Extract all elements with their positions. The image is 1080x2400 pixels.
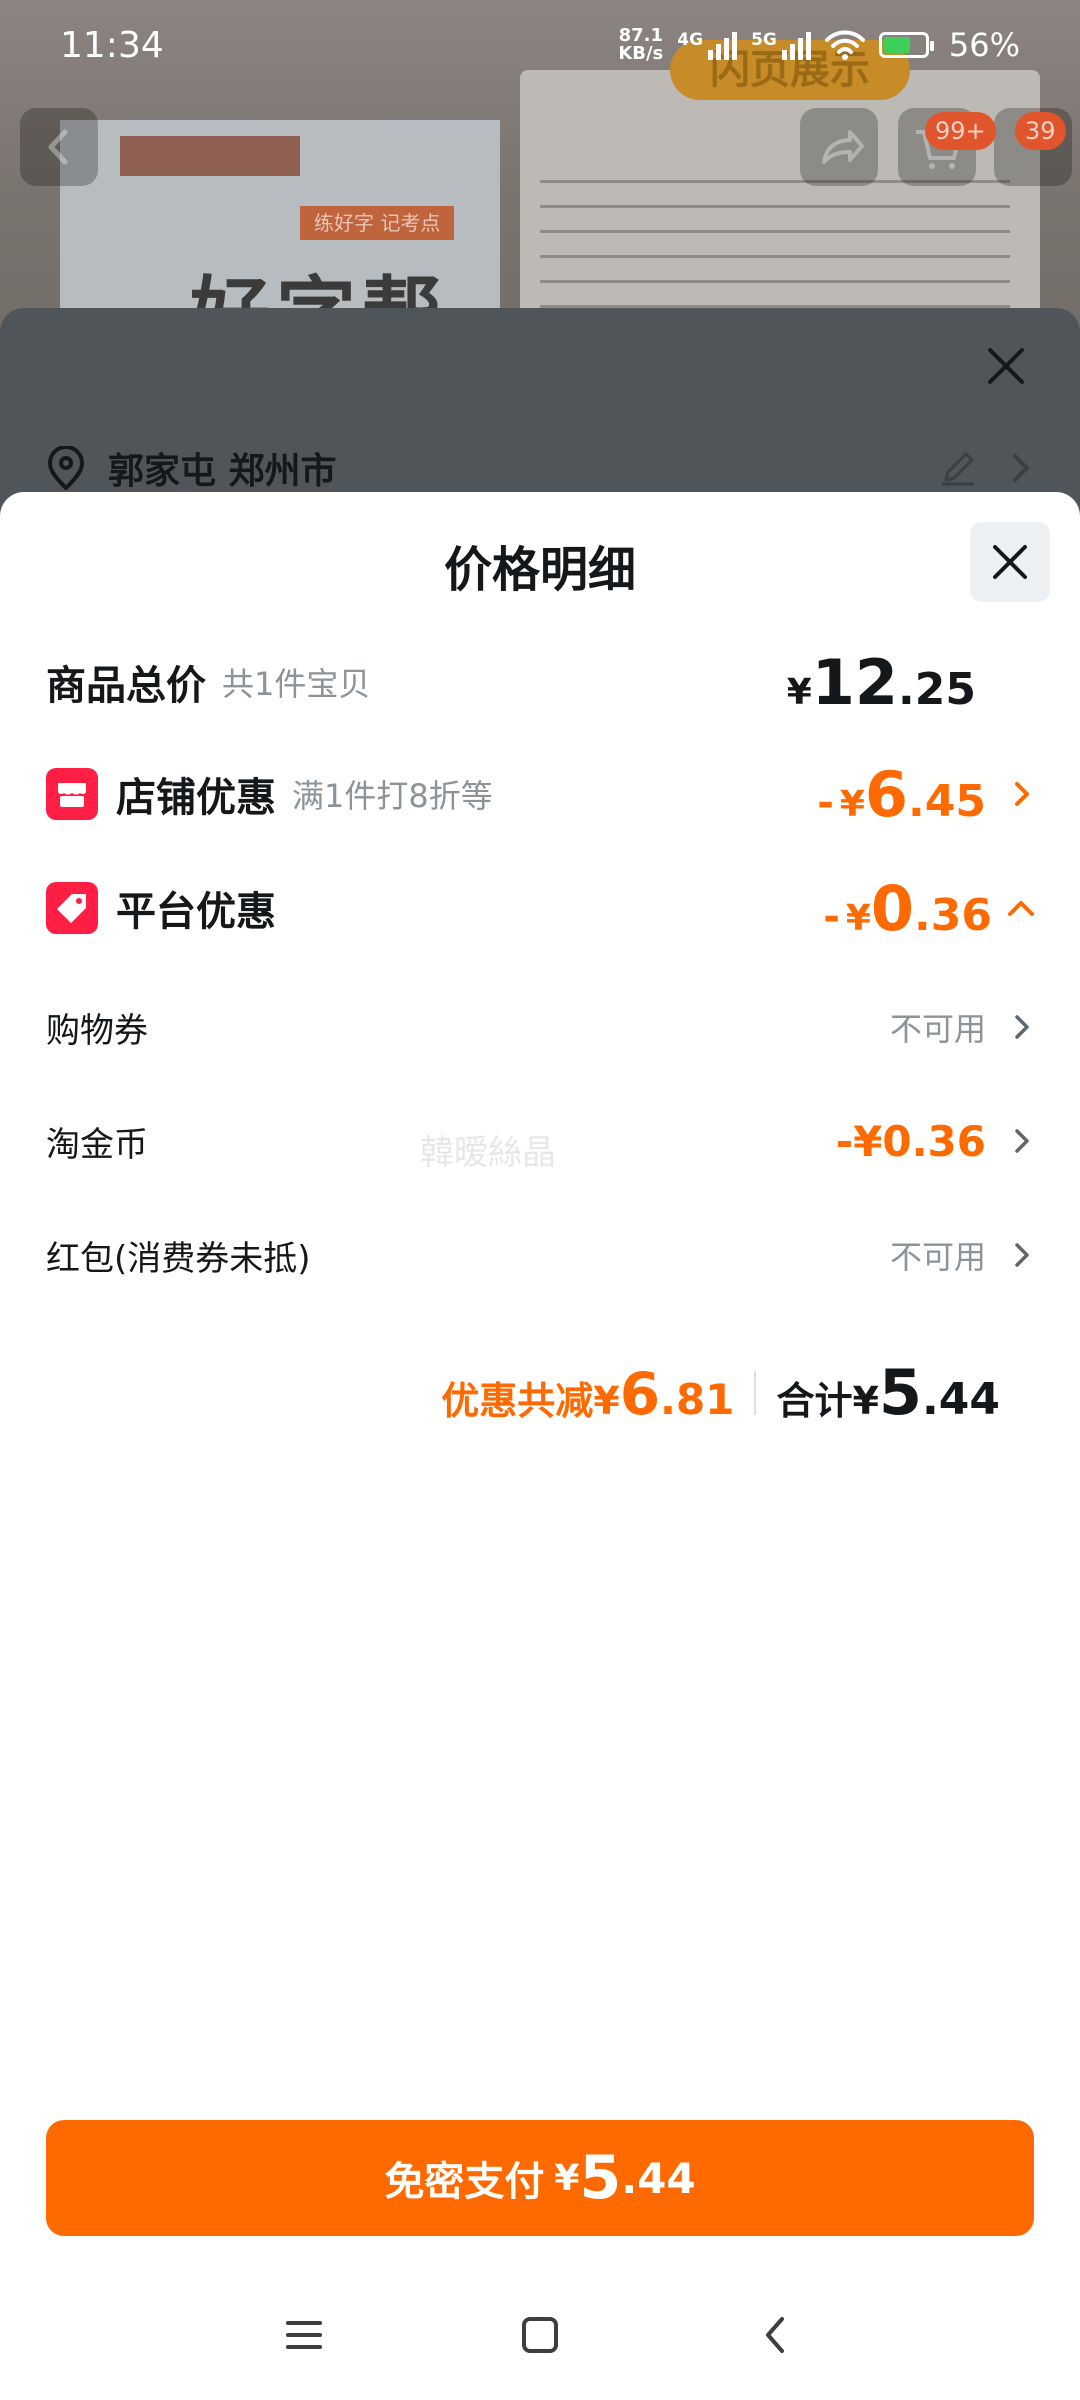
goods-total-label: 商品总价 [46, 663, 206, 709]
sheet-title: 价格明细 [443, 542, 636, 598]
red-packet-status: 不可用 [889, 1238, 986, 1276]
menu-icon [286, 2321, 322, 2349]
nav-menu-button[interactable] [274, 2310, 334, 2360]
pay-currency-symbol: ¥ [554, 2157, 580, 2199]
price-sheet-close-button[interactable] [970, 522, 1050, 602]
amount-integer: 12 [811, 645, 899, 719]
address-text: 郭家屯 郑州市 [108, 451, 337, 492]
price-detail-sheet: 价格明细 商品总价 共1件宝贝 ¥ 12 .25 店铺优惠 满1件打8折等 - … [0, 492, 1080, 2400]
goods-total-amount: ¥ 12 .25 [787, 646, 976, 719]
chevron-right-icon [1015, 1129, 1029, 1153]
total-discount: 优惠共减¥ 6 .81 [441, 1360, 734, 1428]
total-price: 合计¥ 5 .44 [776, 1356, 1000, 1429]
amount-integer: 6 [864, 757, 909, 831]
watermark-text: 韓暧絲晶 [420, 1133, 556, 1173]
cart-count-badge: 99+ [925, 112, 996, 150]
price-tag-icon [57, 894, 86, 923]
price-summary: 优惠共减¥ 6 .81 合计¥ 5 .44 [0, 1356, 1000, 1429]
currency-symbol: ¥ [786, 671, 812, 713]
share-button[interactable] [800, 108, 878, 186]
currency-symbol: ¥ [845, 897, 871, 939]
network-speed: 87.1 KB/s [618, 27, 663, 63]
total-price-decimal: .44 [922, 1374, 1000, 1425]
store-icon [58, 783, 86, 807]
amount-integer: 0 [870, 871, 915, 945]
taojin-coin-amount: -¥0.36 [835, 1116, 986, 1166]
amount-decimal: .36 [914, 889, 992, 941]
currency-symbol: ¥ [839, 783, 865, 825]
home-square-icon [522, 2317, 558, 2353]
nav-home-button[interactable] [510, 2310, 570, 2360]
shop-discount-row[interactable]: 店铺优惠 满1件打8折等 - ¥ 6 .45 [46, 754, 1036, 834]
minus-sign: - [823, 893, 840, 940]
shopping-coupon-label: 购物券 [46, 1010, 148, 1051]
product-tag: 练好字 记考点 [300, 206, 455, 240]
close-icon [993, 545, 1027, 579]
red-packet-row[interactable]: 红包(消费券未抵) 不可用 [46, 1220, 1036, 1290]
shopping-coupon-status: 不可用 [889, 1010, 986, 1048]
close-icon [988, 348, 1024, 384]
pay-amount-decimal: .44 [621, 2153, 696, 2203]
platform-discount-row[interactable]: 平台优惠 - ¥ 0 .36 [46, 868, 1036, 948]
wifi-icon [824, 30, 865, 60]
password-free-pay-button[interactable]: 免密支付 ¥ 5 .44 [46, 2120, 1034, 2236]
summary-divider [754, 1370, 757, 1415]
back-arrow-icon [766, 2317, 784, 2353]
goods-count-text: 共1件宝贝 [222, 665, 371, 703]
goods-total-row: 商品总价 共1件宝贝 ¥ 12 .25 [46, 642, 1036, 722]
platform-discount-amount: - ¥ 0 .36 [823, 872, 992, 945]
chevron-right-icon [1015, 1243, 1029, 1267]
amount-decimal: .45 [908, 775, 986, 827]
status-time: 11:34 [60, 24, 164, 66]
shop-discount-rule: 满1件打8折等 [292, 777, 493, 815]
amount-decimal: .25 [898, 663, 976, 715]
share-icon [822, 130, 864, 164]
chevron-up-icon [1008, 901, 1034, 916]
battery-percent: 56% [948, 26, 1020, 64]
platform-discount-label: 平台优惠 [116, 889, 276, 935]
tag-icon [46, 882, 98, 934]
publisher-logo [120, 136, 300, 176]
total-discount-integer: 6 [619, 1360, 661, 1428]
pay-button-label: 免密支付 [384, 2159, 545, 2205]
signal-1-icon: 4G [677, 30, 738, 60]
system-navigation-bar [0, 2300, 1080, 2370]
pay-amount-integer: 5 [579, 2143, 622, 2213]
message-count-badge: 39 [1015, 112, 1066, 150]
total-price-integer: 5 [878, 1356, 923, 1429]
back-button[interactable] [20, 108, 98, 186]
nav-back-button[interactable] [745, 2310, 805, 2360]
edit-icon[interactable] [938, 448, 978, 488]
total-price-label: 合计¥ [776, 1379, 879, 1423]
total-discount-label: 优惠共减¥ [441, 1379, 620, 1423]
sim1-label: 4G [677, 30, 704, 50]
red-packet-label: 红包(消费券未抵) [46, 1238, 311, 1279]
chevron-right-icon [1015, 782, 1029, 806]
address-sheet-close-button[interactable] [976, 336, 1036, 396]
battery-icon [878, 32, 934, 58]
status-bar: 11:34 87.1 KB/s 4G 5G 56% [0, 0, 1080, 90]
taojin-coin-label: 淘金币 [46, 1124, 148, 1165]
signal-2-icon: 5G [751, 30, 811, 60]
location-pin-icon [47, 446, 85, 490]
address-row[interactable]: 郭家屯 郑州市 [46, 438, 1036, 498]
chevron-left-icon [48, 129, 68, 165]
network-speed-unit: KB/s [618, 43, 664, 64]
total-discount-decimal: .81 [660, 1375, 735, 1424]
shop-discount-amount: - ¥ 6 .45 [817, 758, 986, 831]
chevron-right-icon [1015, 1015, 1029, 1039]
shop-icon [46, 768, 98, 820]
minus-sign: - [817, 779, 834, 826]
shop-discount-label: 店铺优惠 [116, 775, 276, 821]
sim2-label: 5G [751, 30, 777, 50]
status-icons: 87.1 KB/s 4G 5G 56% [618, 26, 1020, 64]
shopping-coupon-row[interactable]: 购物券 不可用 [46, 992, 1036, 1062]
chevron-right-icon [1013, 454, 1029, 482]
